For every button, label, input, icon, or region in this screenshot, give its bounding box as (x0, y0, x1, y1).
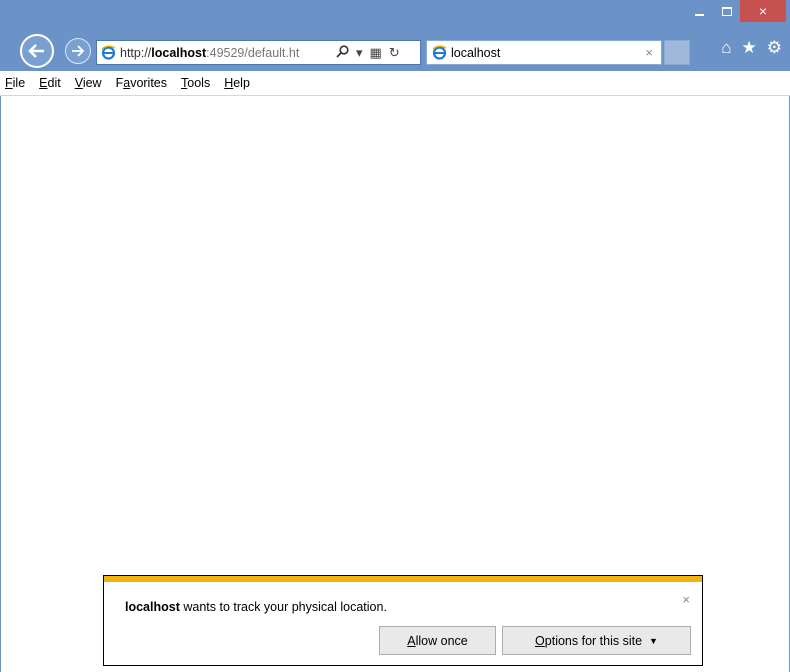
menu-favorites[interactable]: Favorites (116, 76, 167, 90)
back-arrow-icon (28, 44, 44, 58)
home-icon[interactable]: ⌂ (721, 38, 731, 58)
tab-close-icon[interactable]: × (645, 45, 653, 60)
new-tab-button[interactable] (664, 40, 690, 65)
menu-edit[interactable]: Edit (39, 76, 61, 90)
gear-icon[interactable]: ⚙ (767, 38, 782, 58)
refresh-icon[interactable]: ↻ (389, 45, 400, 61)
menu-view[interactable]: View (75, 76, 102, 90)
notification-close-icon[interactable]: × (682, 592, 690, 607)
url-text[interactable]: http://localhost:49529/default.ht (120, 46, 332, 60)
menu-file[interactable]: File (5, 76, 25, 90)
geolocation-notification-bar: localhost wants to track your physical l… (103, 575, 703, 666)
favorites-star-icon[interactable]: ★ (742, 38, 757, 58)
address-bar[interactable]: http://localhost:49529/default.ht ▾ ▦ ↻ (96, 40, 421, 65)
notification-message: localhost wants to track your physical l… (125, 600, 387, 614)
tab-title: localhost (451, 45, 501, 60)
allow-once-button[interactable]: Allow once (379, 626, 496, 655)
dropdown-caret-icon: ▼ (649, 635, 658, 646)
maximize-icon (721, 6, 732, 16)
notification-stripe (104, 576, 702, 582)
options-for-this-site-button[interactable]: Options for this site ▼ (502, 626, 691, 655)
tab-localhost[interactable]: localhost × (426, 40, 662, 65)
forward-arrow-icon (72, 45, 85, 57)
url-rest: :49529/default.ht (206, 45, 300, 60)
search-icon[interactable] (336, 44, 349, 61)
minimize-button[interactable] (686, 0, 713, 22)
compatibility-view-icon[interactable]: ▦ (370, 45, 382, 61)
url-prefix: http:// (120, 45, 152, 60)
window-controls: × (686, 0, 786, 30)
browser-window: × http://localhost:49529/default.ht ▾ ▦ … (0, 0, 790, 672)
navigation-row: http://localhost:49529/default.ht ▾ ▦ ↻ … (0, 29, 790, 71)
minimize-icon (695, 14, 704, 16)
chevron-down-icon[interactable]: ▾ (356, 45, 363, 61)
command-icons: ⌂ ★ ⚙ (721, 38, 782, 58)
back-button[interactable] (20, 34, 54, 68)
address-tools: ▾ ▦ ↻ (336, 45, 400, 61)
ie-logo-icon (432, 45, 447, 60)
notification-text: wants to track your physical location. (179, 600, 387, 614)
maximize-button[interactable] (713, 0, 740, 22)
ie-logo-icon (101, 45, 116, 60)
notification-host: localhost (125, 600, 180, 614)
url-host: localhost (151, 45, 207, 60)
menu-tools[interactable]: Tools (181, 76, 210, 90)
close-button[interactable]: × (740, 0, 786, 22)
forward-button[interactable] (65, 38, 91, 64)
close-icon: × (758, 3, 768, 19)
menu-help[interactable]: Help (224, 76, 250, 90)
menu-bar: File Edit View Favorites Tools Help (0, 71, 790, 96)
